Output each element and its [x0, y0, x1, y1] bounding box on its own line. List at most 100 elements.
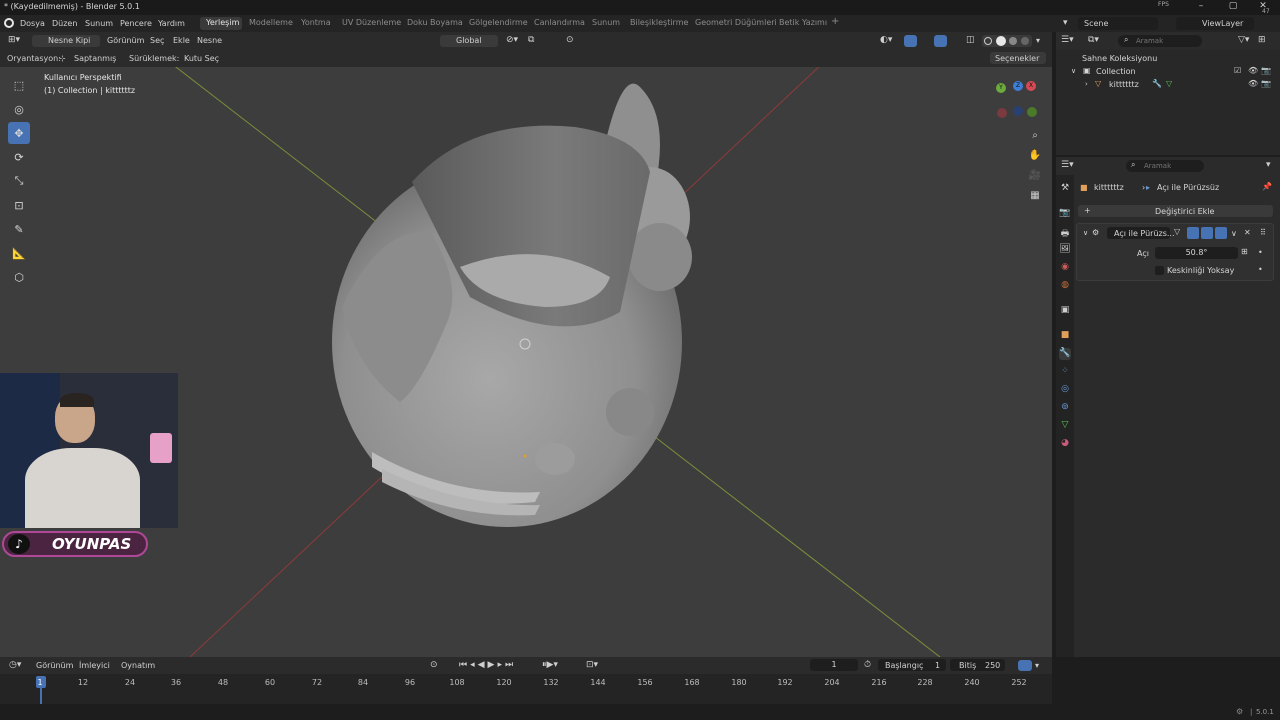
- menu-yardim[interactable]: Yardım: [158, 19, 185, 28]
- menu-gorunum[interactable]: Görünüm: [107, 36, 144, 45]
- rendered-shading-icon[interactable]: [1021, 37, 1029, 45]
- angle-keyframe-icon[interactable]: •: [1258, 248, 1263, 257]
- new-collection-icon[interactable]: ⊞: [1258, 35, 1266, 45]
- 3d-viewport[interactable]: Kullanıcı Perspektifi (1) Collection | k…: [0, 67, 1052, 657]
- menu-ekle[interactable]: Ekle: [173, 36, 190, 45]
- gizmo-x-icon[interactable]: X: [1026, 81, 1036, 91]
- minimize-button[interactable]: –: [1194, 1, 1208, 11]
- close-button[interactable]: ✕: [1256, 1, 1270, 11]
- tab-betik-yazimi[interactable]: Betik Yazımı: [779, 18, 827, 27]
- viewport-toggle-icon[interactable]: [1201, 227, 1213, 239]
- wireframe-shading-icon[interactable]: [984, 37, 992, 45]
- mesh-data-icon[interactable]: ▽: [1166, 79, 1172, 88]
- orientation-value[interactable]: Saptanmış: [74, 54, 116, 63]
- cage-toggle-icon[interactable]: [1187, 227, 1199, 239]
- gizmo-y-icon[interactable]: Y: [996, 83, 1006, 93]
- timeline-editor-icon[interactable]: ◷▾: [9, 660, 21, 670]
- tab-golgelendirme[interactable]: Gölgelendirme: [469, 18, 528, 27]
- overlay-toggle-icon[interactable]: [934, 35, 947, 47]
- auto-key-icon[interactable]: ⊡▾: [586, 660, 598, 670]
- navigation-gizmo[interactable]: Z Y X: [996, 78, 1040, 122]
- menu-sunum[interactable]: Sunum: [85, 19, 113, 28]
- timeline-menu-imleyici[interactable]: İmleyici: [79, 661, 110, 670]
- editor-type-icon[interactable]: ⊞▾: [8, 35, 20, 45]
- playback-controls-icon[interactable]: ⏮◂◀▶▸⏭: [459, 660, 516, 670]
- add-workspace-icon[interactable]: +: [831, 16, 839, 27]
- grid-view-icon[interactable]: ▦: [1028, 190, 1042, 204]
- menu-pencere[interactable]: Pencere: [120, 19, 152, 28]
- tab-uv-duzenleme[interactable]: UV Düzenleme: [342, 18, 401, 27]
- object-tab-icon[interactable]: ■: [1059, 330, 1071, 342]
- visibility-icon[interactable]: ◐▾: [880, 35, 892, 45]
- world-tab-icon[interactable]: ◍: [1059, 280, 1071, 292]
- tab-geometri-dugumleri[interactable]: Geometri Düğümleri: [695, 18, 777, 27]
- snap-icon[interactable]: ⧉: [528, 35, 534, 45]
- gizmo-toggle-icon[interactable]: [904, 35, 917, 47]
- zoom-icon[interactable]: ⌕: [1028, 130, 1042, 144]
- maximize-button[interactable]: ▢: [1226, 1, 1240, 11]
- timeline-dropdown-icon[interactable]: ▾: [1035, 661, 1039, 670]
- properties-type-icon[interactable]: ☰▾: [1061, 160, 1074, 170]
- constraints-tab-icon[interactable]: ⊚: [1059, 402, 1071, 414]
- render-toggle-icon[interactable]: [1215, 227, 1227, 239]
- collection-checkbox[interactable]: ☑: [1234, 66, 1241, 75]
- drag-value[interactable]: Kutu Seç: [184, 54, 219, 63]
- proportional-icon[interactable]: ⊙: [566, 35, 574, 45]
- modifier-remove-icon[interactable]: ✕: [1244, 228, 1251, 237]
- modifier-dropdown-icon[interactable]: ∨: [1231, 229, 1237, 238]
- timeline-menu-gorunum[interactable]: Görünüm: [36, 661, 73, 670]
- gizmo-z-icon[interactable]: Z: [1013, 81, 1023, 91]
- camera-icon[interactable]: 🎥: [1028, 170, 1042, 184]
- outliner-display-icon[interactable]: ⧉▾: [1088, 35, 1099, 45]
- object-camera-icon[interactable]: 📷: [1261, 79, 1271, 88]
- scale-tool-icon[interactable]: ⤡: [8, 170, 30, 192]
- pin-icon[interactable]: 📌: [1262, 182, 1272, 191]
- timeline-menu-oynatim[interactable]: Oynatım: [121, 661, 155, 670]
- add-cube-tool-icon[interactable]: ⬡: [8, 266, 30, 288]
- material-shading-icon[interactable]: [1009, 37, 1017, 45]
- collection-tab-icon[interactable]: ▣: [1059, 305, 1071, 317]
- menu-sec[interactable]: Seç: [150, 36, 164, 45]
- scene-tab-icon[interactable]: ◉: [1059, 262, 1071, 274]
- physics-tab-icon[interactable]: ◎: [1059, 384, 1071, 396]
- material-tab-icon[interactable]: ◕: [1059, 438, 1071, 450]
- modifier-wrench-icon[interactable]: 🔧: [1152, 79, 1162, 88]
- tab-doku-boyama[interactable]: Doku Boyama: [407, 18, 463, 27]
- outliner-object[interactable]: kittttttz: [1109, 80, 1139, 89]
- outliner-root[interactable]: Sahne Koleksiyonu: [1082, 54, 1157, 63]
- transform-tool-icon[interactable]: ⊡: [8, 194, 30, 216]
- ignore-sharpness-checkbox[interactable]: [1155, 266, 1164, 275]
- pan-icon[interactable]: ✋: [1028, 150, 1042, 164]
- move-tool-icon[interactable]: ✥: [8, 122, 30, 144]
- menu-dosya[interactable]: Dosya: [20, 19, 45, 28]
- view-layer-tab-icon[interactable]: 🖼: [1059, 244, 1071, 256]
- object-eye-icon[interactable]: 👁: [1248, 79, 1258, 88]
- menu-duzen[interactable]: Düzen: [52, 19, 77, 28]
- expand-object-icon[interactable]: ›: [1085, 80, 1088, 88]
- keyframe-nav-icon[interactable]: ⏸▶▾: [542, 660, 558, 670]
- expand-collection-icon[interactable]: ∨: [1071, 67, 1076, 75]
- tab-modelleme[interactable]: Modelleme: [249, 18, 293, 27]
- blender-logo-icon[interactable]: [4, 18, 14, 28]
- tab-bilesiklestirme[interactable]: Bileşikleştirme: [630, 18, 688, 27]
- filter-icon[interactable]: ▽▾: [1238, 35, 1249, 45]
- tab-sunum[interactable]: Sunum: [592, 18, 620, 27]
- timeline[interactable]: 1 12 24 36 48 60 72 84 96 108 120 132 144 156 168 180 19…: [0, 674, 1052, 704]
- annotate-tool-icon[interactable]: ✎: [8, 218, 30, 240]
- xray-icon[interactable]: ◫: [966, 35, 975, 45]
- particles-tab-icon[interactable]: ⁘: [1059, 366, 1071, 378]
- output-tab-icon[interactable]: 🖶: [1059, 226, 1071, 239]
- data-tab-icon[interactable]: ▽: [1059, 420, 1071, 432]
- outliner-collection[interactable]: Collection: [1096, 67, 1136, 76]
- shading-dropdown-icon[interactable]: ▾: [1036, 36, 1040, 45]
- edit-mode-toggle-icon[interactable]: ▽: [1174, 227, 1184, 239]
- outliner-type-icon[interactable]: ☰▾: [1061, 35, 1074, 45]
- tool-tab-icon[interactable]: ⚒: [1059, 183, 1071, 195]
- timeline-view-icon[interactable]: [1018, 660, 1032, 671]
- tab-canlandirma[interactable]: Canlandırma: [534, 18, 585, 27]
- tab-yerlesim[interactable]: Yerleşim: [206, 18, 239, 27]
- angle-node-icon[interactable]: ⊞: [1241, 247, 1248, 256]
- solid-shading-icon[interactable]: [996, 36, 1006, 46]
- modifier-drag-icon[interactable]: ⠿: [1260, 228, 1266, 237]
- gizmo-neg-z-icon[interactable]: [1013, 106, 1023, 116]
